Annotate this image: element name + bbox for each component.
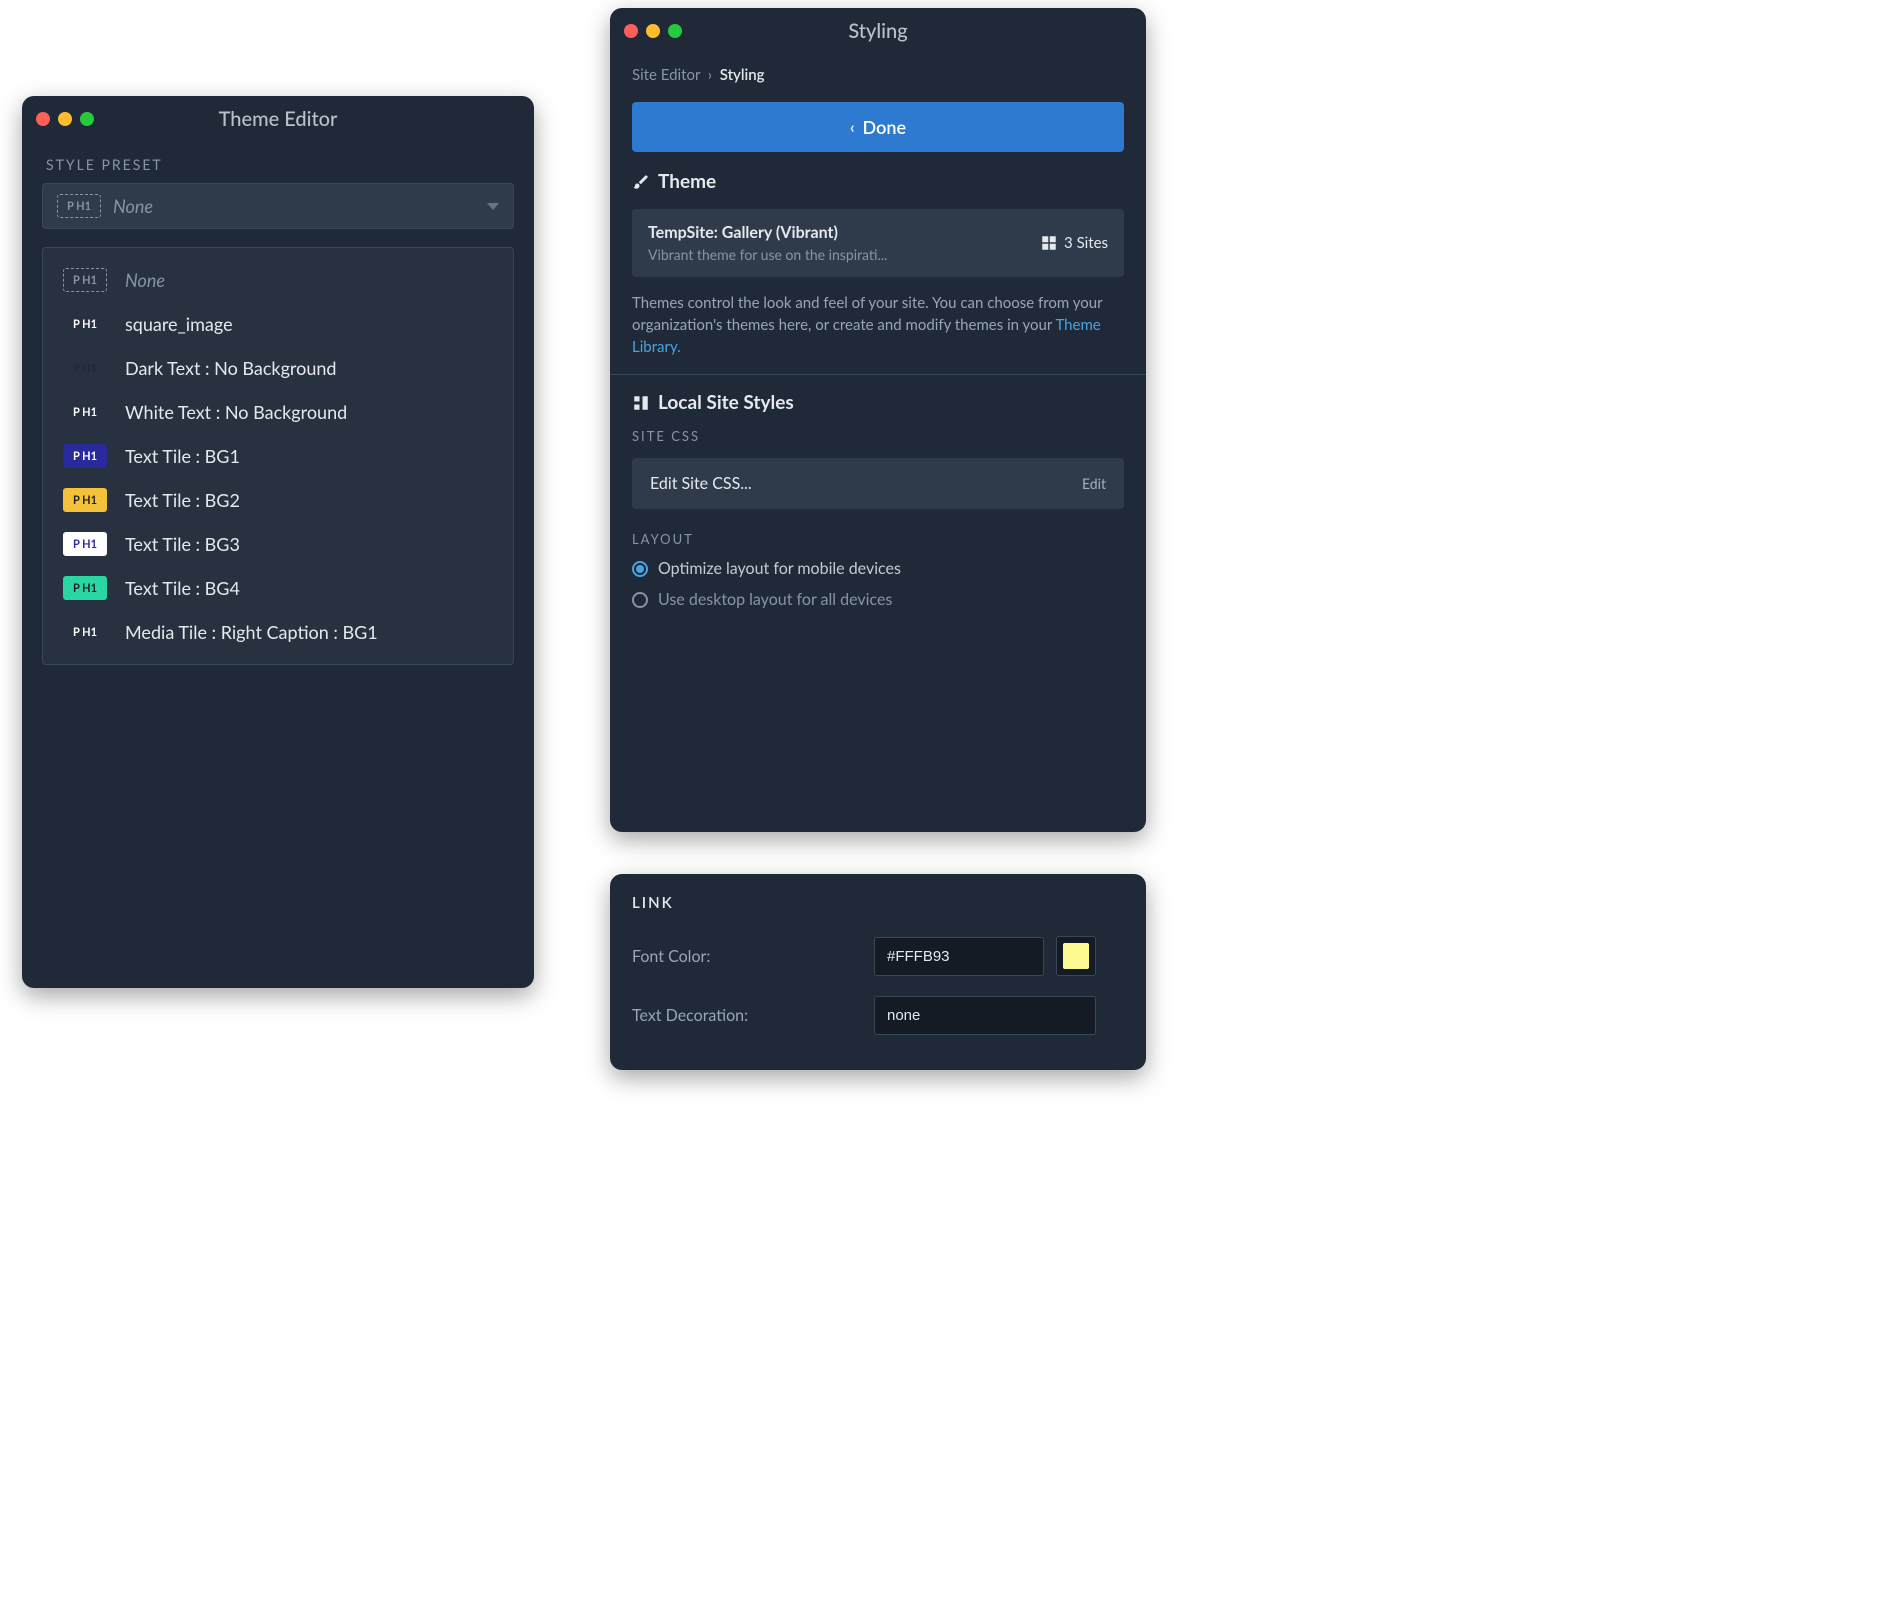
grid-icon — [1040, 234, 1058, 252]
text-decoration-row: Text Decoration: — [610, 986, 1146, 1045]
breadcrumb-current: Styling — [720, 66, 765, 84]
preset-option[interactable]: P H1 Text Tile : BG2 — [43, 478, 513, 522]
theme-heading-text: Theme — [658, 170, 716, 193]
theme-editor-window: Theme Editor STYLE PRESET P H1 None P H1… — [22, 96, 534, 988]
preset-option[interactable]: P H1 White Text : No Background — [43, 390, 513, 434]
layout-option-desktop[interactable]: Use desktop layout for all devices — [610, 584, 1146, 615]
layout-icon — [632, 394, 650, 412]
link-panel: LINK Font Color: Text Decoration: — [610, 874, 1146, 1070]
help-text-body: Themes control the look and feel of your… — [632, 294, 1102, 334]
titlebar: Styling — [610, 8, 1146, 54]
preset-badge-icon: P H1 — [63, 312, 107, 336]
zoom-icon[interactable] — [80, 112, 94, 126]
preset-option-label: White Text : No Background — [125, 401, 347, 423]
preset-option-label: Text Tile : BG3 — [125, 533, 240, 555]
breadcrumb-root[interactable]: Site Editor — [632, 66, 700, 84]
preset-badge-icon: P H1 — [63, 620, 107, 644]
preset-option[interactable]: P H1 None — [43, 258, 513, 302]
zoom-icon[interactable] — [668, 24, 682, 38]
font-color-input[interactable] — [874, 937, 1044, 976]
preset-option[interactable]: P H1 square_image — [43, 302, 513, 346]
styling-window: Styling Site Editor › Styling ‹ Done The… — [610, 8, 1146, 832]
close-icon[interactable] — [36, 112, 50, 126]
text-decoration-label: Text Decoration: — [632, 1006, 862, 1025]
window-title: Styling — [610, 19, 1146, 43]
preset-option-label: Text Tile : BG4 — [125, 577, 240, 599]
preset-badge-icon: P H1 — [63, 576, 107, 600]
sites-count: 3 Sites — [1040, 234, 1108, 252]
preset-option-label: None — [125, 269, 165, 291]
style-preset-list[interactable]: P H1 None P H1 square_image P H1 Dark Text : … — [42, 247, 514, 665]
preset-option[interactable]: P H1 Dark Text : No Background — [43, 346, 513, 390]
style-preset-label: STYLE PRESET — [22, 142, 534, 183]
theme-info: TempSite: Gallery (Vibrant) Vibrant them… — [648, 223, 887, 263]
close-icon[interactable] — [624, 24, 638, 38]
theme-description: Vibrant theme for use on the inspirati..… — [648, 246, 887, 263]
edit-action: Edit — [1082, 475, 1106, 492]
done-label: Done — [863, 116, 907, 138]
sites-count-text: 3 Sites — [1064, 234, 1108, 252]
theme-help-text: Themes control the look and feel of your… — [610, 289, 1146, 375]
minimize-icon[interactable] — [58, 112, 72, 126]
color-swatch-icon — [1063, 943, 1089, 969]
site-css-label: SITE CSS — [610, 422, 1146, 450]
preset-badge-icon: P H1 — [63, 532, 107, 556]
brush-icon — [632, 173, 650, 191]
preset-option-label: square_image — [125, 313, 233, 335]
preset-option[interactable]: P H1 Text Tile : BG1 — [43, 434, 513, 478]
preset-option[interactable]: P H1 Text Tile : BG4 — [43, 566, 513, 610]
preset-badge-icon: P H1 — [63, 268, 107, 292]
preset-option-label: Media Tile : Right Caption : BG1 — [125, 621, 378, 643]
chevron-down-icon — [487, 203, 499, 210]
theme-card[interactable]: TempSite: Gallery (Vibrant) Vibrant them… — [632, 209, 1124, 277]
theme-section-heading: Theme — [610, 170, 1146, 201]
radio-unselected-icon — [632, 592, 648, 608]
breadcrumb-sep: › — [708, 66, 712, 84]
titlebar: Theme Editor — [22, 96, 534, 142]
preset-badge-icon: P H1 — [63, 356, 107, 380]
preset-badge-icon: P H1 — [63, 488, 107, 512]
layout-opt2-label: Use desktop layout for all devices — [658, 590, 892, 609]
traffic-lights — [624, 24, 682, 38]
layout-opt1-label: Optimize layout for mobile devices — [658, 559, 901, 578]
local-heading-text: Local Site Styles — [658, 391, 794, 414]
edit-site-css-row[interactable]: Edit Site CSS... Edit — [632, 458, 1124, 509]
theme-name: TempSite: Gallery (Vibrant) — [648, 223, 887, 242]
chevron-left-icon: ‹ — [850, 118, 855, 137]
preset-option[interactable]: P H1 Media Tile : Right Caption : BG1 — [43, 610, 513, 654]
preset-selected-value: None — [113, 195, 153, 217]
preset-option-label: Dark Text : No Background — [125, 357, 336, 379]
style-preset-dropdown[interactable]: P H1 None — [42, 183, 514, 229]
text-decoration-input[interactable] — [874, 996, 1096, 1035]
color-swatch-button[interactable] — [1056, 936, 1096, 976]
preset-badge-icon: P H1 — [63, 444, 107, 468]
link-heading: LINK — [610, 874, 1146, 926]
radio-selected-icon — [632, 561, 648, 577]
preset-option-label: Text Tile : BG1 — [125, 445, 240, 467]
minimize-icon[interactable] — [646, 24, 660, 38]
preset-option[interactable]: P H1 Text Tile : BG3 — [43, 522, 513, 566]
window-title: Theme Editor — [22, 107, 534, 131]
done-button[interactable]: ‹ Done — [632, 102, 1124, 152]
font-color-label: Font Color: — [632, 947, 862, 966]
font-color-row: Font Color: — [610, 926, 1146, 986]
preset-badge-icon: P H1 — [57, 194, 101, 218]
layout-option-mobile[interactable]: Optimize layout for mobile devices — [610, 553, 1146, 584]
traffic-lights — [36, 112, 94, 126]
edit-css-text: Edit Site CSS... — [650, 474, 752, 493]
preset-badge-icon: P H1 — [63, 400, 107, 424]
layout-label: LAYOUT — [610, 525, 1146, 553]
preset-option-label: Text Tile : BG2 — [125, 489, 240, 511]
breadcrumb: Site Editor › Styling — [610, 54, 1146, 92]
local-styles-heading: Local Site Styles — [610, 391, 1146, 422]
